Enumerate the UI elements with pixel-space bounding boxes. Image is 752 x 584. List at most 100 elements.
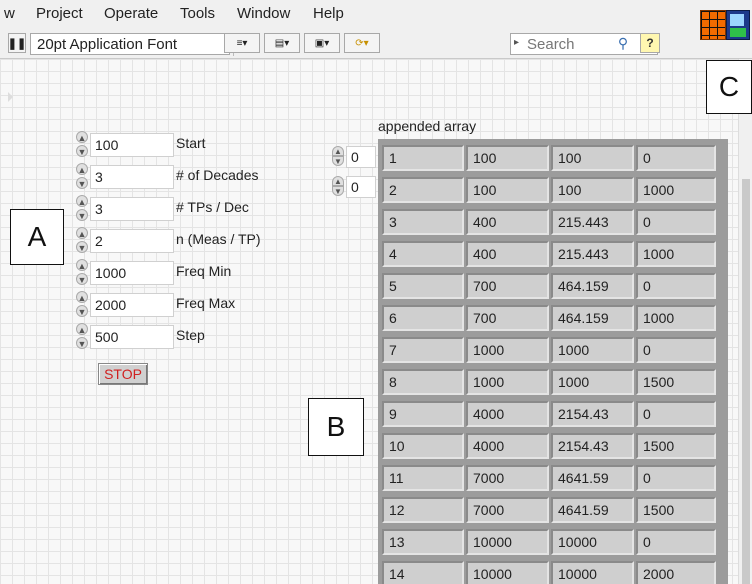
decades-spinner[interactable]: ▲ ▼ (74, 163, 90, 191)
array-cell[interactable]: 3 (382, 209, 464, 235)
array-cell[interactable]: 400 (466, 209, 549, 235)
array-cell[interactable]: 2154.43 (551, 401, 634, 427)
decrement-arrow-icon[interactable]: ▼ (76, 273, 88, 285)
array-cell[interactable]: 2154.43 (551, 433, 634, 459)
decrement-arrow-icon[interactable]: ▼ (332, 186, 344, 196)
col-index-spinner[interactable]: ▲ ▼ (332, 176, 346, 198)
menu-help[interactable]: Help (313, 5, 344, 22)
vertical-scrollbar[interactable] (738, 59, 752, 584)
array-cell[interactable]: 6 (382, 305, 464, 331)
search-button[interactable]: ⚲ (612, 33, 634, 53)
array-cell[interactable]: 0 (636, 337, 716, 363)
array-cell[interactable]: 464.159 (551, 305, 634, 331)
array-cell[interactable]: 1500 (636, 497, 716, 523)
menu-project[interactable]: Project (36, 5, 83, 22)
array-cell[interactable]: 1000 (636, 177, 716, 203)
decrement-arrow-icon[interactable]: ▼ (76, 241, 88, 253)
start-spinner[interactable]: ▲ ▼ (74, 131, 90, 159)
increment-arrow-icon[interactable]: ▲ (76, 291, 88, 303)
start-input[interactable]: 100 (90, 133, 174, 157)
increment-arrow-icon[interactable]: ▲ (76, 131, 88, 143)
meas-input[interactable]: 2 (90, 229, 174, 253)
array-cell[interactable]: 2000 (636, 561, 716, 584)
array-cell[interactable]: 464.159 (551, 273, 634, 299)
array-cell[interactable]: 10000 (551, 561, 634, 584)
array-cell[interactable]: 4000 (466, 401, 549, 427)
array-cell[interactable]: 100 (466, 177, 549, 203)
array-cell[interactable]: 0 (636, 465, 716, 491)
resize-objects-button[interactable]: ▣▾ (304, 33, 340, 53)
connector-pane-icon[interactable] (726, 10, 750, 40)
array-cell[interactable]: 7000 (466, 497, 549, 523)
array-cell[interactable]: 10000 (466, 529, 549, 555)
front-panel-icon[interactable] (700, 10, 726, 40)
search-input[interactable]: ▸ Search (510, 33, 658, 55)
freq-min-input[interactable]: 1000 (90, 261, 174, 285)
scrollbar-thumb[interactable] (742, 179, 750, 584)
array-cell[interactable]: 700 (466, 273, 549, 299)
array-cell[interactable]: 5 (382, 273, 464, 299)
array-cell[interactable]: 1500 (636, 433, 716, 459)
array-cell[interactable]: 2 (382, 177, 464, 203)
decrement-arrow-icon[interactable]: ▼ (76, 337, 88, 349)
distribute-objects-button[interactable]: ▤▾ (264, 33, 300, 53)
array-cell[interactable]: 100 (466, 145, 549, 171)
array-cell[interactable]: 10 (382, 433, 464, 459)
array-cell[interactable]: 9 (382, 401, 464, 427)
increment-arrow-icon[interactable]: ▲ (76, 227, 88, 239)
freq-max-spinner[interactable]: ▲ ▼ (74, 291, 90, 319)
reorder-button[interactable]: ⟳▾ (344, 33, 380, 53)
array-cell[interactable]: 4641.59 (551, 497, 634, 523)
array-cell[interactable]: 12 (382, 497, 464, 523)
decrement-arrow-icon[interactable]: ▼ (76, 209, 88, 221)
meas-spinner[interactable]: ▲ ▼ (74, 227, 90, 255)
pause-button[interactable]: ❚❚ (8, 33, 26, 53)
array-cell[interactable]: 0 (636, 273, 716, 299)
help-button[interactable]: ? (640, 33, 660, 53)
array-cell[interactable]: 400 (466, 241, 549, 267)
array-col-index[interactable]: ▲ ▼ 0 (332, 174, 376, 200)
menu-window[interactable]: Window (237, 5, 290, 22)
row-index-input[interactable]: 0 (346, 146, 376, 168)
array-cell[interactable]: 4 (382, 241, 464, 267)
array-cell[interactable]: 215.443 (551, 241, 634, 267)
array-cell[interactable]: 7000 (466, 465, 549, 491)
array-cell[interactable]: 8 (382, 369, 464, 395)
array-cell[interactable]: 4000 (466, 433, 549, 459)
increment-arrow-icon[interactable]: ▲ (76, 163, 88, 175)
increment-arrow-icon[interactable]: ▲ (332, 146, 344, 156)
array-cell[interactable]: 100 (551, 177, 634, 203)
array-cell[interactable]: 0 (636, 529, 716, 555)
menu-operate[interactable]: Operate (104, 5, 158, 22)
array-cell[interactable]: 10000 (466, 561, 549, 584)
array-cell[interactable]: 215.443 (551, 209, 634, 235)
step-input[interactable]: 500 (90, 325, 174, 349)
array-cell[interactable]: 0 (636, 401, 716, 427)
array-cell[interactable]: 1000 (551, 337, 634, 363)
array-cell[interactable]: 0 (636, 209, 716, 235)
array-cell[interactable]: 13 (382, 529, 464, 555)
array-cell[interactable]: 1000 (636, 305, 716, 331)
array-cell[interactable]: 1500 (636, 369, 716, 395)
stop-button[interactable]: STOP (98, 363, 148, 385)
array-cell[interactable]: 10000 (551, 529, 634, 555)
array-row-index[interactable]: ▲ ▼ 0 (332, 144, 376, 170)
decrement-arrow-icon[interactable]: ▼ (76, 177, 88, 189)
array-cell[interactable]: 1000 (636, 241, 716, 267)
freq-max-input[interactable]: 2000 (90, 293, 174, 317)
increment-arrow-icon[interactable]: ▲ (332, 176, 344, 186)
col-index-input[interactable]: 0 (346, 176, 376, 198)
array-cell[interactable]: 7 (382, 337, 464, 363)
menu-tools[interactable]: Tools (180, 5, 215, 22)
decrement-arrow-icon[interactable]: ▼ (76, 305, 88, 317)
decrement-arrow-icon[interactable]: ▼ (76, 145, 88, 157)
array-cell[interactable]: 0 (636, 145, 716, 171)
array-cell[interactable]: 1000 (466, 369, 549, 395)
decrement-arrow-icon[interactable]: ▼ (332, 156, 344, 166)
font-select[interactable]: 20pt Application Font ▼ (30, 33, 246, 56)
array-cell[interactable]: 4641.59 (551, 465, 634, 491)
increment-arrow-icon[interactable]: ▲ (76, 323, 88, 335)
array-cell[interactable]: 11 (382, 465, 464, 491)
array-cell[interactable]: 1 (382, 145, 464, 171)
increment-arrow-icon[interactable]: ▲ (76, 195, 88, 207)
